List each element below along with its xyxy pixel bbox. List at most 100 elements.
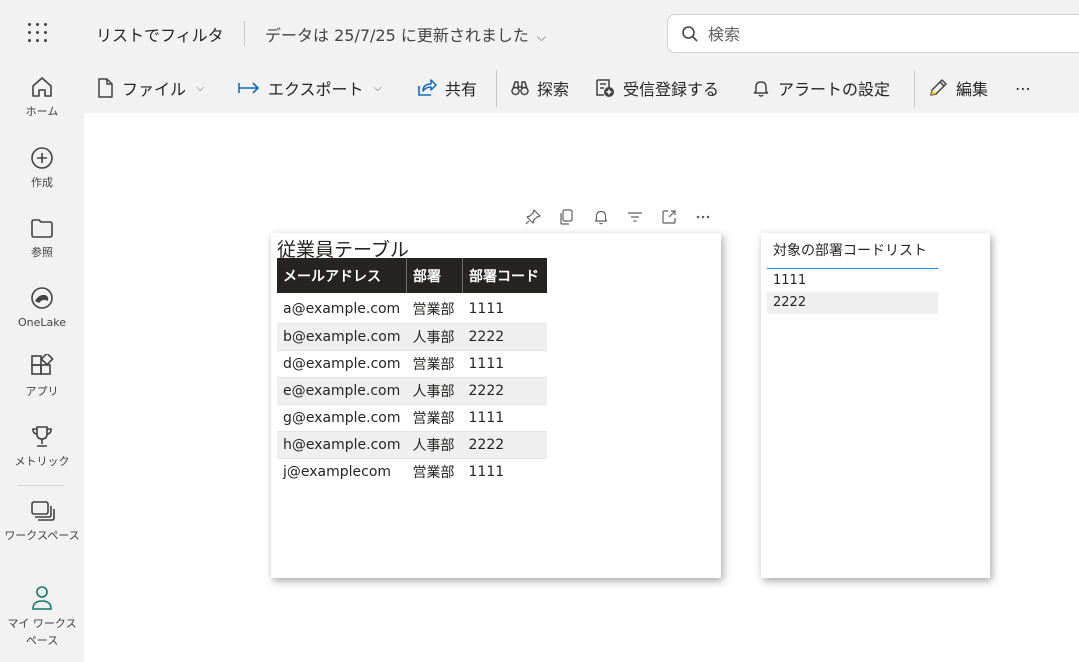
visual-more-options-button[interactable] [693,207,727,227]
subscribe-button[interactable]: 受信登録する [595,76,719,100]
nav-item-metrics[interactable]: メトリック [0,424,84,470]
person-icon [32,586,52,610]
table-row[interactable]: h@example.com 人事部 2222 [277,430,547,459]
subscribe-icon [596,79,614,97]
pin-visual-button[interactable] [523,207,557,227]
alert-label: アラートの設定 [778,80,891,99]
nav-item-label: ワークスペース [4,529,80,542]
employee-table-visual[interactable]: 従業員テーブル メールアドレス 部署 部署コード a@example.com 営… [271,233,721,578]
left-nav-rail: ホーム 作成 参照 OneLake アプリ メトリック ワークスペース マイ ワ… [0,0,84,662]
more-options-icon [696,215,710,219]
department-code-cell: 2222 [462,376,547,405]
pin-icon [525,209,541,225]
create-icon [31,147,53,169]
email-cell: e@example.com [277,376,407,405]
nav-item-home[interactable]: ホーム [0,74,84,120]
nav-item-label: マイ ワークスペース [7,617,77,647]
nav-divider [18,485,64,486]
department-code-cell: 2222 [462,430,547,459]
subscribe-label: 受信登録する [623,80,720,99]
department-code-cell: 1111 [462,296,547,323]
nav-item-onelake[interactable]: OneLake [0,285,84,331]
nav-item-my-workspace[interactable]: マイ ワークスペース [0,584,84,649]
report-toolbar: ファイル ⌵ エクスポート ⌵ 共有 探索 受信登録する アラートの設定 編集 … [84,64,1079,113]
folder-icon [31,219,53,238]
email-cell: b@example.com [277,322,407,351]
column-header-email[interactable]: メールアドレス [277,258,407,293]
chevron-down-icon: ⌵ [373,81,382,94]
export-menu-button[interactable]: エクスポート ⌵ [238,76,382,100]
share-icon [418,79,437,96]
bell-icon [753,81,769,97]
department-cell: 営業部 [406,350,463,377]
slicer-item[interactable]: 1111 [767,270,938,292]
visual-filter-button[interactable] [625,207,659,227]
document-icon [98,78,113,98]
share-button[interactable]: 共有 [417,76,477,100]
department-code-cell: 1111 [462,350,547,377]
chevron-down-icon: ⌵ [536,30,546,44]
nav-item-label: 参照 [31,246,53,259]
edit-label: 編集 [956,80,989,99]
explore-label: 探索 [537,80,570,99]
department-code-slicer[interactable]: 対象の部署コードリスト 1111 2222 [761,233,990,578]
apps-icon [31,354,54,375]
nav-item-apps[interactable]: アプリ [0,354,84,400]
focus-mode-button[interactable] [659,207,693,227]
more-options-icon: ⋯ [1015,78,1031,98]
slicer-item[interactable]: 2222 [767,292,938,314]
pencil-icon [930,79,947,96]
visual-alert-button[interactable] [591,207,625,227]
email-cell: d@example.com [277,350,407,377]
export-label: エクスポート [268,80,364,99]
table-row[interactable]: a@example.com 営業部 1111 [277,296,547,323]
column-header-department[interactable]: 部署 [406,258,463,293]
app-launcher-icon[interactable] [28,23,54,45]
department-code-cell: 1111 [462,458,547,485]
chevron-down-icon: ⌵ [196,81,205,94]
share-label: 共有 [445,80,478,99]
search-input[interactable] [708,23,1068,45]
department-cell: 営業部 [406,296,463,323]
report-title: リストでフィルタ [96,26,224,45]
copy-icon [560,209,573,225]
table-row[interactable]: e@example.com 人事部 2222 [277,376,547,405]
visual-header-actions [523,207,727,227]
export-arrow-icon [238,82,260,94]
bell-icon [594,210,608,225]
copy-visual-button[interactable] [557,207,591,227]
file-menu-button[interactable]: ファイル ⌵ [96,76,204,100]
refresh-status-text: データは 25/7/25 に更新されました [265,26,529,45]
department-code-cell: 1111 [462,404,547,431]
table-row[interactable]: g@example.com 営業部 1111 [277,404,547,431]
nav-item-label: OneLake [17,316,66,329]
explore-button[interactable]: 探索 [511,76,569,100]
nav-item-browse[interactable]: 参照 [0,215,84,261]
binoculars-icon [511,81,529,96]
nav-item-workspaces[interactable]: ワークスペース [0,498,84,544]
department-cell: 営業部 [406,404,463,431]
trophy-icon [32,426,52,447]
search-box[interactable] [667,14,1079,53]
search-icon [682,26,698,42]
nav-item-label: 作成 [31,176,53,189]
table-row[interactable]: d@example.com 営業部 1111 [277,350,547,377]
more-options-button[interactable]: ⋯ [1015,76,1031,100]
slicer-title: 対象の部署コードリスト [773,243,927,259]
toolbar-divider [496,70,497,107]
nav-item-create[interactable]: 作成 [0,145,84,191]
title-divider [244,21,245,46]
workspaces-icon [31,501,55,521]
edit-button[interactable]: 編集 [928,76,988,100]
table-row[interactable]: b@example.com 人事部 2222 [277,322,547,351]
onelake-icon [31,287,53,309]
focus-mode-icon [662,210,676,224]
department-cell: 営業部 [406,458,463,485]
email-cell: g@example.com [277,404,407,431]
refresh-status-dropdown[interactable]: データは 25/7/25 に更新されました ⌵ [265,22,546,46]
department-code-cell: 2222 [462,322,547,351]
column-header-department-code[interactable]: 部署コード [462,258,547,293]
home-icon [32,77,52,97]
table-row[interactable]: j@examplecom 営業部 1111 [277,458,547,485]
set-alert-button[interactable]: アラートの設定 [752,76,890,100]
